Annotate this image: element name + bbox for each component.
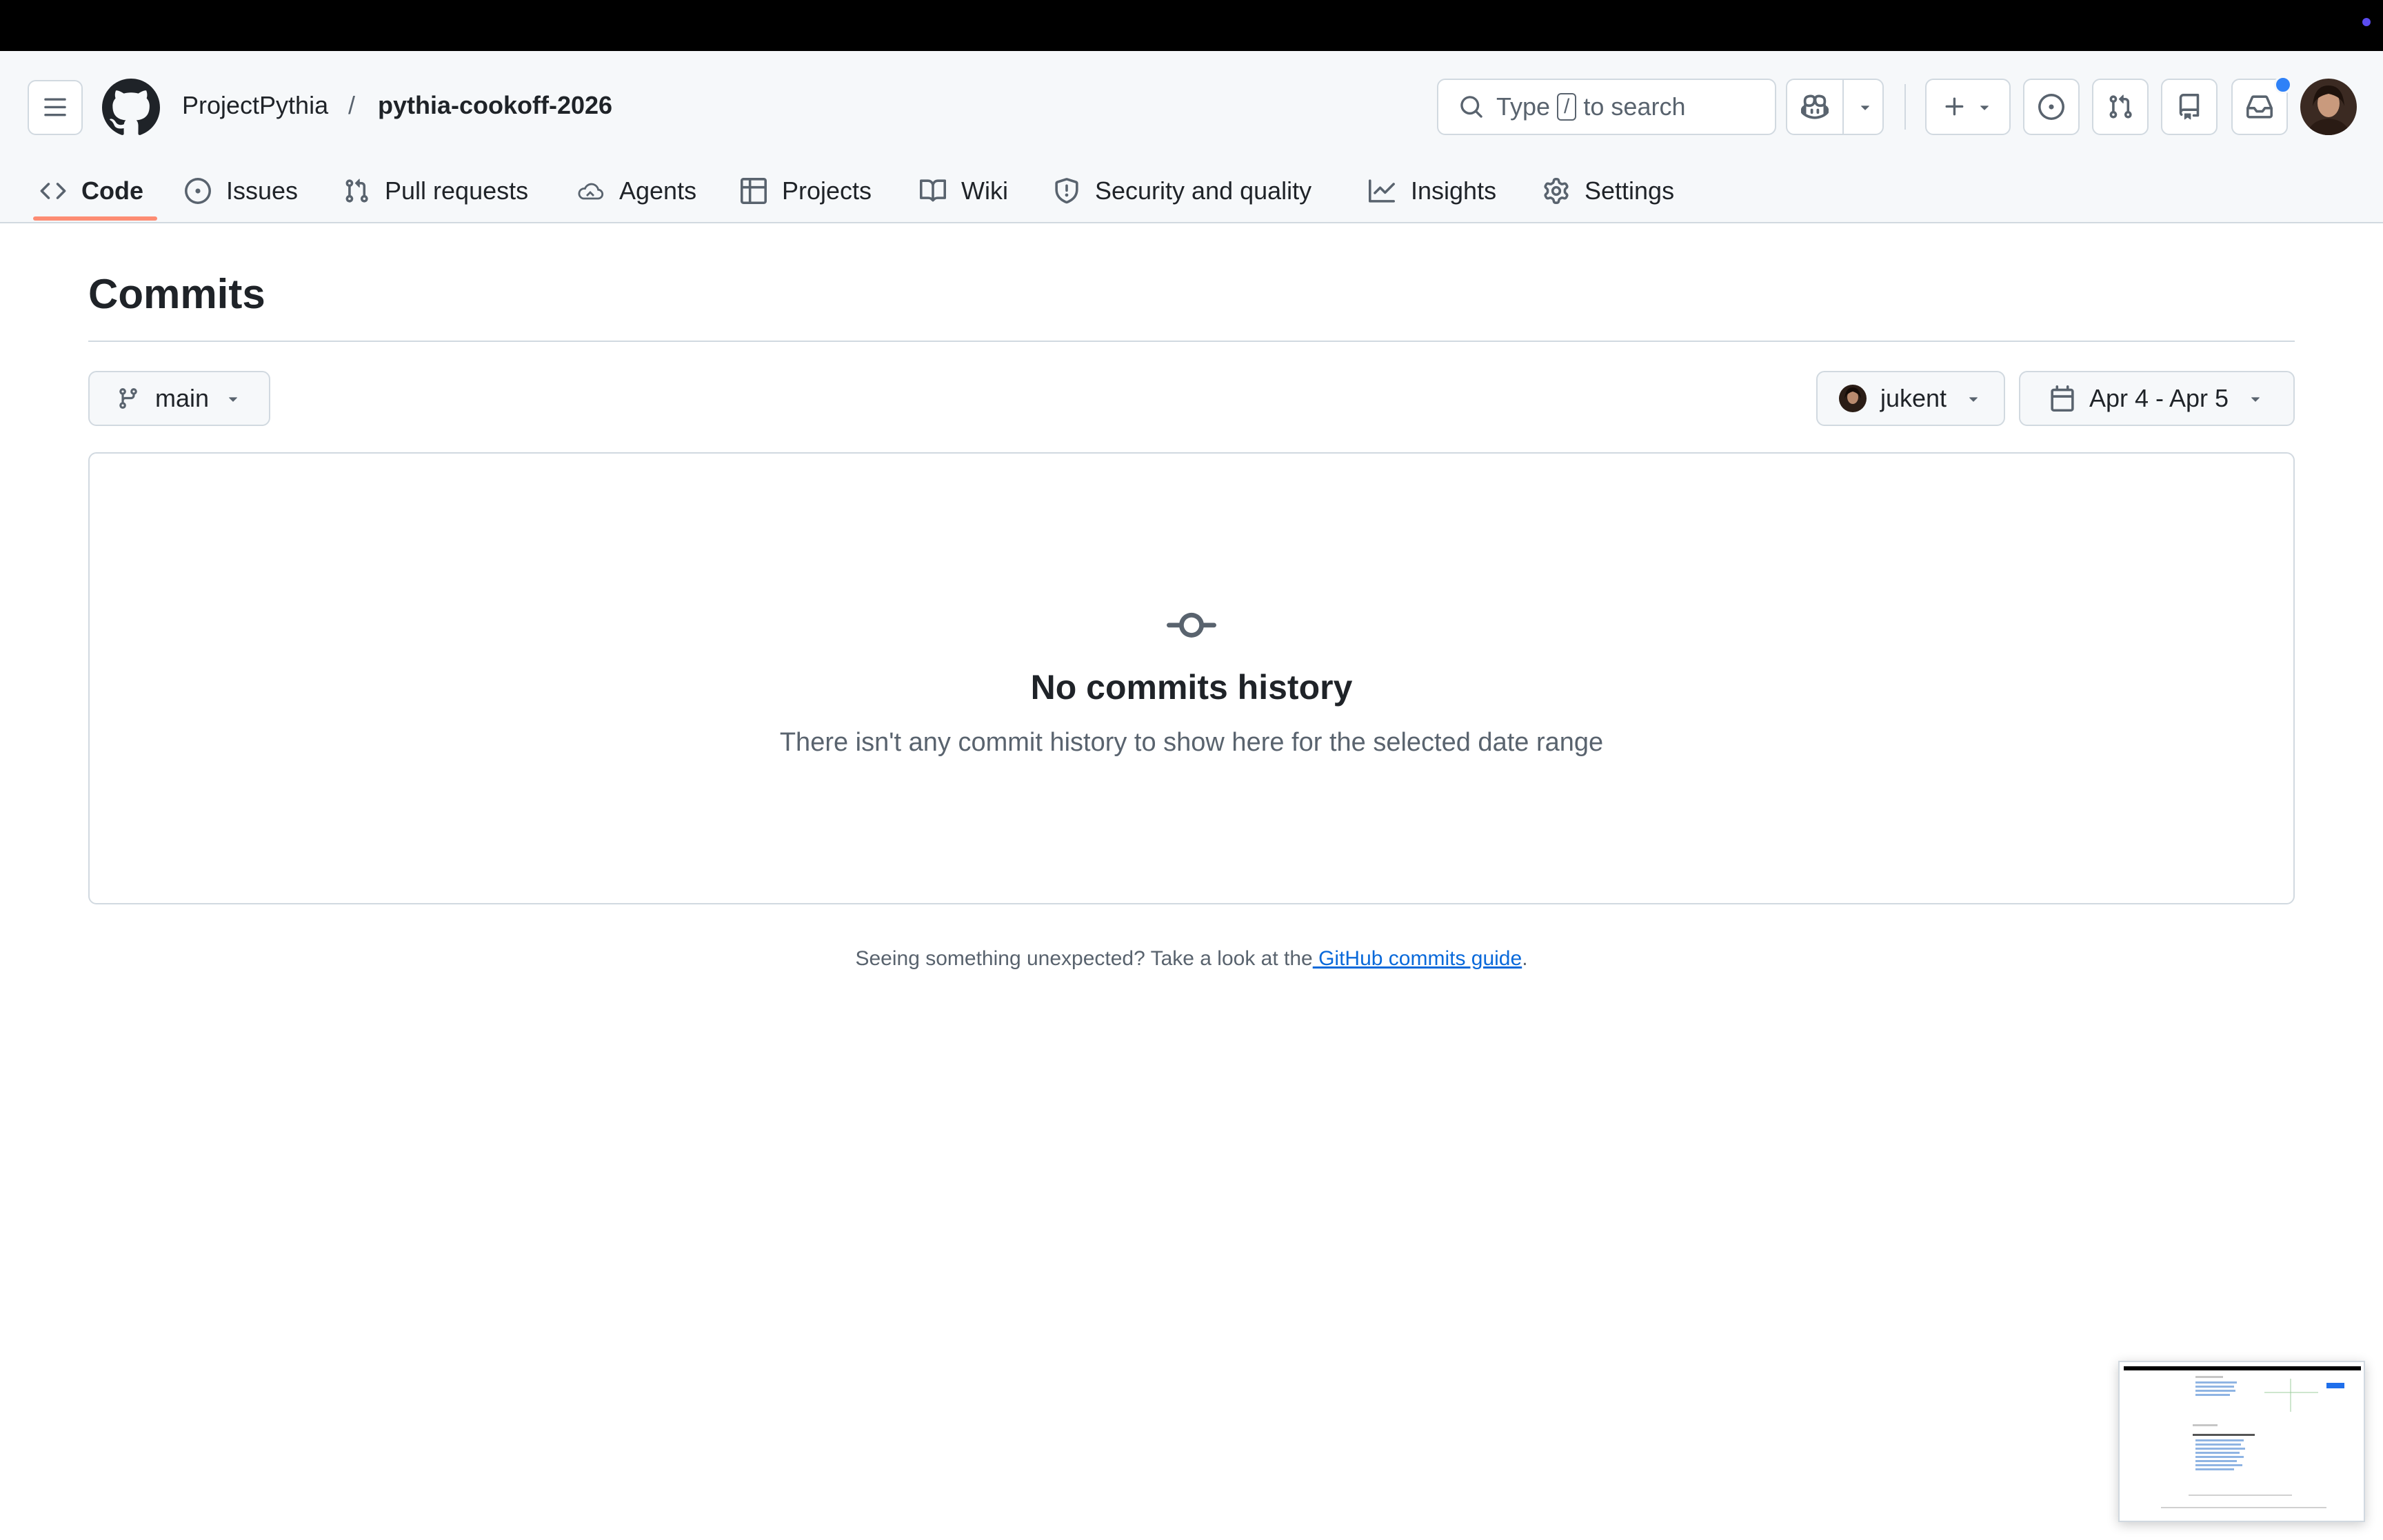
tab-wiki[interactable]: Wiki [920, 161, 1008, 221]
menu-button[interactable] [28, 80, 83, 135]
tab-agents-label: Agents [619, 176, 697, 205]
search-prefix: Type [1496, 92, 1551, 121]
avatar-image-icon [2300, 79, 2357, 135]
chevron-down-icon [1969, 397, 1978, 402]
git-commit-icon [1167, 612, 1216, 638]
status-dot [2362, 18, 2371, 26]
global-nav: ProjectPythia / pythia-cookoff-2026 Type… [0, 51, 2383, 161]
notification-badge [2274, 76, 2292, 94]
issue-opened-icon [185, 178, 211, 204]
chevron-down-icon [1980, 105, 1989, 110]
footer-note: Seeing something unexpected? Take a look… [0, 947, 2383, 971]
author-filter-button[interactable]: jukent [1816, 371, 2005, 426]
shield-icon [1055, 178, 1078, 204]
system-top-bar [0, 0, 2383, 51]
gear-icon [1544, 178, 1569, 204]
tab-security-label: Security and quality [1095, 176, 1312, 205]
search-icon [1460, 96, 1482, 118]
breadcrumb-owner[interactable]: ProjectPythia [182, 91, 328, 120]
repo-header: ProjectPythia / pythia-cookoff-2026 Type… [0, 51, 2383, 223]
chevron-down-icon [229, 397, 237, 402]
issue-opened-icon [2038, 94, 2064, 120]
empty-state-title: No commits history [1030, 668, 1353, 707]
repositories-button[interactable] [2161, 79, 2218, 135]
pull-requests-button[interactable] [2092, 79, 2149, 135]
tab-pull-requests[interactable]: Pull requests [343, 161, 528, 221]
tab-agents[interactable]: Agents [576, 161, 696, 221]
copilot-icon [1801, 94, 1829, 119]
copilot-button[interactable] [1786, 79, 1884, 135]
breadcrumb-repo[interactable]: pythia-cookoff-2026 [378, 91, 612, 120]
tab-code[interactable]: Code [40, 161, 143, 221]
user-avatar[interactable] [2300, 79, 2357, 135]
tab-pull-requests-label: Pull requests [385, 176, 529, 205]
search-suffix: to search [1583, 92, 1686, 121]
inbox-icon [2246, 95, 2273, 119]
github-logo-icon[interactable] [102, 79, 160, 136]
tab-issues-label: Issues [226, 176, 299, 205]
repo-icon [2179, 94, 2200, 120]
plus-icon [1945, 97, 1964, 116]
search-shortcut-key: / [1557, 93, 1577, 121]
chevron-down-icon [2251, 397, 2260, 402]
tab-issues[interactable]: Issues [185, 161, 298, 221]
branch-select-button[interactable]: main [88, 371, 270, 426]
tab-insights-label: Insights [1411, 176, 1497, 205]
header-divider [1904, 84, 1906, 130]
footer-note-end: . [1522, 947, 1528, 970]
copilot-divider [1842, 80, 1844, 134]
date-range-button[interactable]: Apr 4 - Apr 5 [2019, 371, 2295, 426]
empty-state-subtitle: There isn't any commit history to show h… [779, 728, 1604, 757]
title-divider [88, 341, 2295, 342]
hamburger-icon [44, 98, 66, 116]
table-icon [741, 178, 767, 204]
thumbnail-preview-icon [2161, 1376, 2344, 1508]
tab-code-label: Code [81, 176, 143, 205]
tab-security[interactable]: Security and quality [1054, 161, 1311, 221]
author-avatar-icon [1838, 385, 1867, 412]
graph-icon [1369, 179, 1395, 203]
git-pull-request-icon [2109, 94, 2132, 119]
repo-tabs: Code Issues Pull requests Agents Project… [0, 161, 2383, 222]
page-title: Commits [88, 271, 265, 317]
git-branch-icon [119, 388, 137, 409]
tab-settings-label: Settings [1585, 176, 1675, 205]
create-new-button[interactable] [1925, 79, 2011, 135]
tab-projects[interactable]: Projects [741, 161, 872, 221]
commits-guide-link[interactable]: GitHub commits guide [1313, 947, 1522, 970]
issues-button[interactable] [2023, 79, 2080, 135]
tab-settings[interactable]: Settings [1543, 161, 1674, 221]
chevron-down-icon[interactable] [1856, 98, 1874, 116]
book-icon [920, 179, 946, 202]
tab-projects-label: Projects [782, 176, 872, 205]
screenshot-thumbnail[interactable] [2118, 1361, 2365, 1522]
agent-cloud-icon [578, 183, 604, 200]
code-icon [40, 183, 66, 199]
calendar-icon [2051, 385, 2074, 412]
author-label: jukent [1880, 384, 1947, 412]
breadcrumb-separator: / [348, 91, 356, 119]
active-tab-indicator [33, 216, 157, 221]
tab-insights[interactable]: Insights [1368, 161, 1496, 221]
branch-label: main [154, 384, 210, 412]
search-input[interactable]: Type / to search [1437, 79, 1776, 135]
tab-wiki-label: Wiki [961, 176, 1008, 205]
date-range-label: Apr 4 - Apr 5 [2089, 384, 2229, 412]
footer-note-text: Seeing something unexpected? Take a look… [855, 947, 1313, 970]
git-pull-request-icon [345, 179, 368, 203]
